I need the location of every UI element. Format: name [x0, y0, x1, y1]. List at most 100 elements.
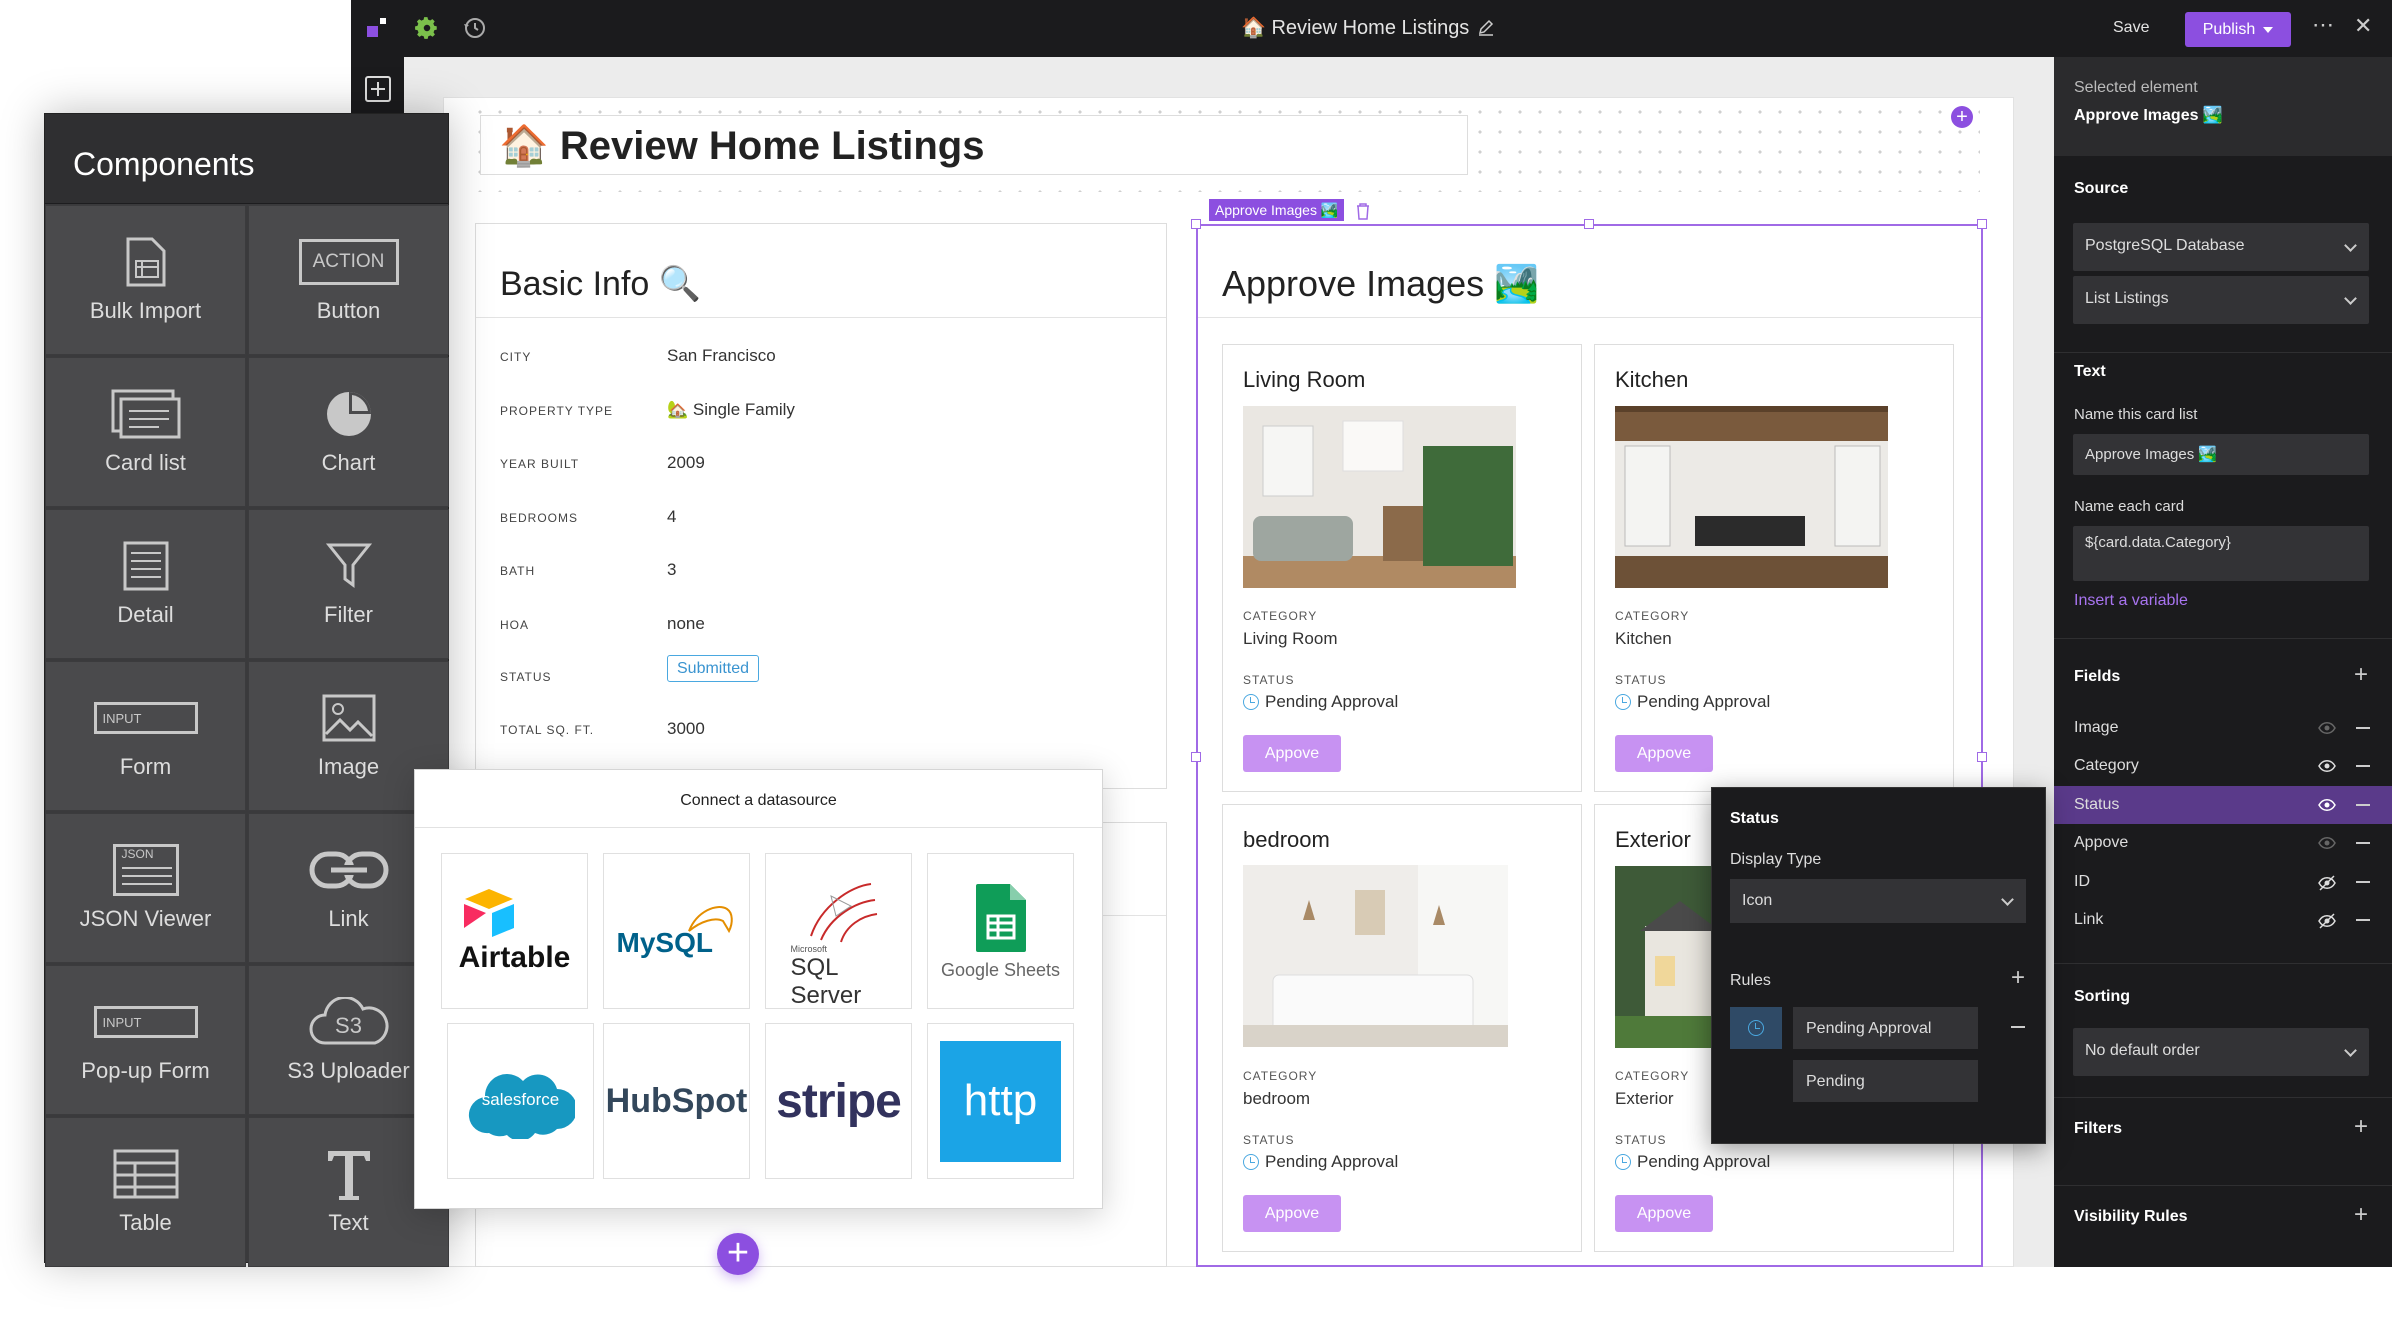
field-value: 3000	[667, 719, 705, 738]
field-row-category[interactable]: Category	[2054, 747, 2392, 785]
document-title[interactable]: 🏠 Review Home Listings	[1241, 15, 1495, 40]
eye-off-icon[interactable]	[2318, 913, 2336, 929]
eye-off-icon[interactable]	[2318, 875, 2336, 891]
component-label: JSON Viewer	[79, 906, 212, 931]
remove-rule-icon[interactable]	[2011, 1026, 2025, 1028]
approve-button[interactable]: Appove	[1615, 1195, 1713, 1232]
add-block-button[interactable]: +	[1951, 106, 1973, 128]
field-name: ID	[2074, 873, 2090, 890]
selected-element-label: Selected element	[2074, 79, 2198, 96]
component-form[interactable]: INPUT Form	[45, 661, 246, 811]
component-card-list[interactable]: Card list	[45, 357, 246, 507]
component-bulk-import[interactable]: Bulk Import	[45, 205, 246, 355]
component-label: Text	[328, 1210, 369, 1235]
top-bar: 🏠 Review Home Listings Save Publish ⋯ ✕	[351, 0, 2392, 57]
remove-field-icon[interactable]	[2356, 919, 2370, 921]
sorting-select[interactable]: No default order	[2073, 1028, 2369, 1076]
close-icon[interactable]: ✕	[2354, 13, 2372, 39]
component-table[interactable]: Table	[45, 1117, 246, 1267]
eye-icon[interactable]	[2318, 836, 2336, 850]
list-item-card[interactable]: Living Room CATEGORY Living Room STATUS …	[1222, 344, 1582, 792]
datasource-stripe[interactable]: stripe	[765, 1023, 912, 1179]
component-chart[interactable]: Chart	[248, 357, 449, 507]
eye-icon[interactable]	[2318, 721, 2336, 735]
history-icon[interactable]	[462, 15, 488, 41]
add-block-button[interactable]: +	[717, 1233, 759, 1275]
name-card-list-input[interactable]: Approve Images 🏞️	[2073, 434, 2369, 475]
datasource-mysql[interactable]: MySQL	[603, 853, 750, 1009]
card-title: bedroom	[1243, 827, 1330, 852]
list-item-card[interactable]: bedroom CATEGORY bedroom STATUS Pending …	[1222, 804, 1582, 1252]
resize-handle[interactable]	[1977, 752, 1987, 762]
add-rule-button[interactable]: +	[2011, 964, 2025, 992]
http-label: http	[940, 1040, 1061, 1162]
trash-icon[interactable]	[1355, 202, 1371, 220]
approve-button[interactable]: Appove	[1615, 735, 1713, 772]
publish-button[interactable]: Publish	[2185, 12, 2291, 47]
component-label: Bulk Import	[89, 298, 202, 323]
settings-gear-icon[interactable]	[414, 15, 440, 41]
datasource-sql-server[interactable]: Microsoft SQL Server	[765, 853, 912, 1009]
status-label: STATUS	[1243, 1133, 1295, 1147]
selected-element-tag[interactable]: Approve Images 🏞️	[1209, 199, 1345, 221]
field-row-status[interactable]: Status	[2054, 786, 2392, 824]
airtable-icon	[463, 889, 514, 937]
rule-icon-picker[interactable]	[1730, 1007, 1782, 1049]
list-item-card[interactable]: Kitchen CATEGORY Kitchen STATUS Pending …	[1594, 344, 1954, 792]
resize-handle[interactable]	[1191, 752, 1201, 762]
properties-panel: Selected element Approve Images 🏞️ Sourc…	[2054, 57, 2392, 1267]
component-detail[interactable]: Detail	[45, 509, 246, 659]
edit-pencil-icon[interactable]	[1477, 19, 1495, 37]
fields-heading: Fields	[2074, 668, 2121, 685]
approve-button[interactable]: Appove	[1243, 1195, 1341, 1232]
field-row-appove[interactable]: Appove	[2054, 824, 2392, 862]
chevron-down-icon	[2344, 1044, 2357, 1057]
eye-icon[interactable]	[2318, 759, 2336, 773]
field-row-id[interactable]: ID	[2054, 863, 2392, 901]
basic-info-card[interactable]: Basic Info 🔍 CITY San Francisco PROPERTY…	[475, 223, 1167, 789]
component-popup-form[interactable]: INPUT Pop-up Form	[45, 965, 246, 1115]
remove-field-icon[interactable]	[2356, 842, 2370, 844]
datasource-airtable[interactable]: Airtable	[441, 853, 588, 1009]
name-each-card-textarea[interactable]: ${card.data.Category}	[2073, 526, 2369, 581]
field-label: BATH	[500, 564, 536, 578]
add-filter-button[interactable]: +	[2354, 1113, 2368, 1141]
remove-field-icon[interactable]	[2356, 765, 2370, 767]
source-db-select[interactable]: PostgreSQL Database	[2073, 223, 2369, 271]
more-options-icon[interactable]: ⋯	[2312, 12, 2334, 38]
remove-field-icon[interactable]	[2356, 881, 2370, 883]
datasource-salesforce[interactable]: salesforce	[447, 1023, 594, 1179]
component-json-viewer[interactable]: JSON JSON Viewer	[45, 813, 246, 963]
add-component-button[interactable]	[365, 76, 391, 102]
rule-value-input[interactable]: Pending Approval	[1793, 1007, 1978, 1049]
component-filter[interactable]: Filter	[248, 509, 449, 659]
component-button[interactable]: ACTION Button	[248, 205, 449, 355]
resize-handle[interactable]	[1191, 219, 1201, 229]
button-icon: ACTION	[249, 232, 448, 292]
app-logo	[366, 17, 388, 39]
field-row-link[interactable]: Link	[2054, 901, 2392, 939]
field-name: Appove	[2074, 834, 2129, 851]
rule-display-input[interactable]: Pending	[1793, 1060, 1978, 1102]
add-field-button[interactable]: +	[2354, 661, 2368, 689]
datasource-google-sheets[interactable]: Google Sheets	[927, 853, 1074, 1009]
component-label: Detail	[117, 602, 174, 627]
source-query-select[interactable]: List Listings	[2073, 276, 2369, 324]
save-button[interactable]: Save	[2113, 19, 2149, 37]
insert-variable-link[interactable]: Insert a variable	[2074, 592, 2188, 610]
component-label: Chart	[321, 450, 376, 475]
remove-field-icon[interactable]	[2356, 727, 2370, 729]
page-title-block[interactable]: 🏠 Review Home Listings	[480, 115, 1468, 175]
datasource-http[interactable]: http	[927, 1023, 1074, 1179]
eye-icon[interactable]	[2318, 798, 2336, 812]
bulk-import-icon	[46, 232, 245, 292]
resize-handle[interactable]	[1977, 219, 1987, 229]
datasource-title: Connect a datasource	[680, 792, 837, 809]
field-row-image[interactable]: Image	[2054, 709, 2392, 747]
resize-handle[interactable]	[1584, 219, 1594, 229]
datasource-hubspot[interactable]: HubSpot	[603, 1023, 750, 1179]
approve-button[interactable]: Appove	[1243, 735, 1341, 772]
remove-field-icon[interactable]	[2356, 804, 2370, 806]
display-type-select[interactable]: Icon	[1730, 879, 2026, 923]
add-visibility-rule-button[interactable]: +	[2354, 1201, 2368, 1229]
